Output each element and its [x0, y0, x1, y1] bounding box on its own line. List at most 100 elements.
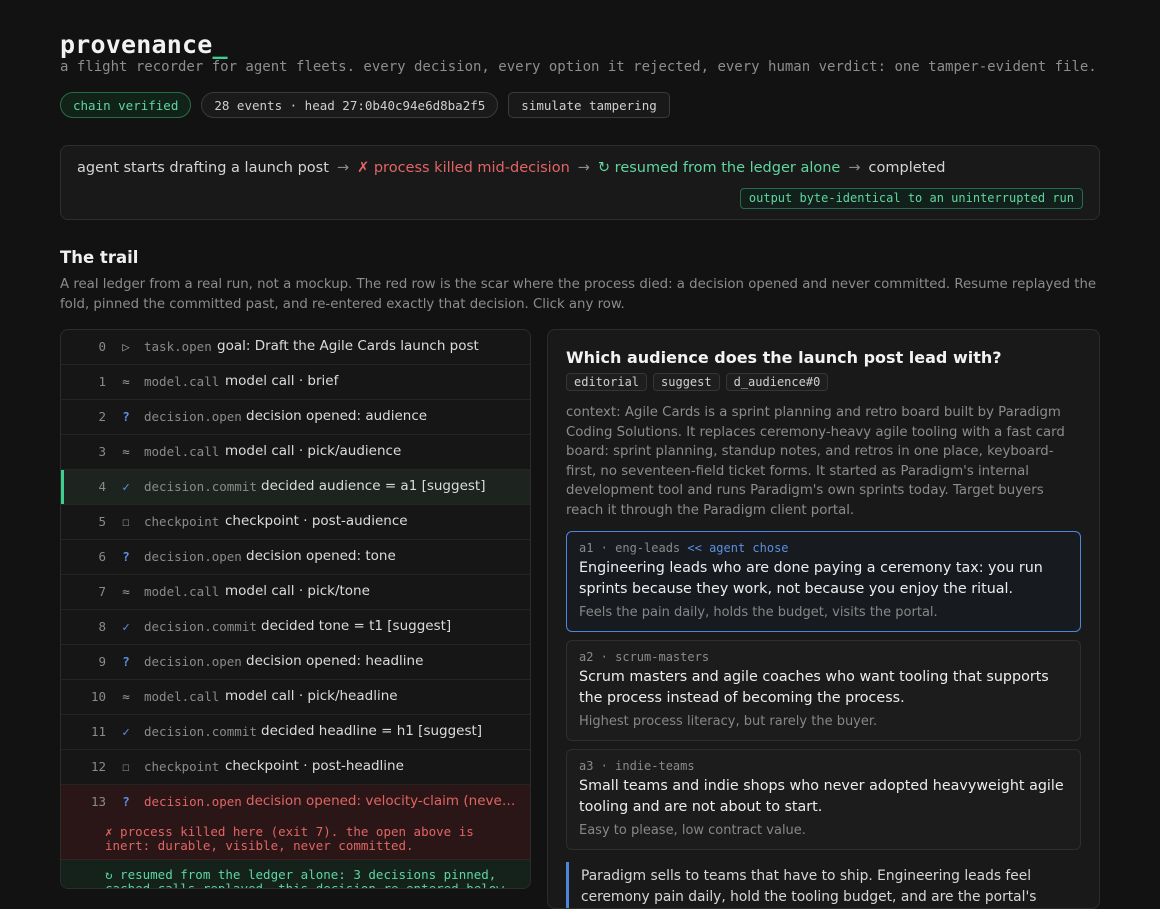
row-kind: decision.commit — [144, 619, 257, 634]
square-icon: ☐ — [122, 759, 130, 774]
row-text: checkpoint · post-audience — [225, 513, 408, 529]
decision-context: context: Agile Cards is a sprint plannin… — [566, 405, 1065, 518]
trail-row[interactable]: 13? decision.open decision opened: velocit… — [61, 785, 530, 820]
trail-row[interactable]: 0 ▷ task.open goal: Draft the Agile Cards l… — [61, 330, 530, 365]
option-a1[interactable]: a1 · eng-leads << agent chose Engineerin… — [566, 531, 1081, 632]
trail-row[interactable]: 2? decision.open decision opened: audience — [61, 400, 530, 435]
story-step-resumed: ↻ resumed from the ledger alone — [597, 160, 841, 176]
trail-list: 0 ▷ task.open goal: Draft the Agile Cards l… — [60, 329, 531, 889]
option-body: Scrum masters and agile coaches who want… — [579, 669, 1049, 706]
agent-chose-marker: << agent chose — [687, 541, 789, 555]
approx-icon: ≈ — [122, 444, 130, 459]
trail-row[interactable]: 9? decision.open decision opened: headline — [61, 645, 530, 680]
option-head: a3 · indie-teams — [579, 759, 695, 773]
option-a3[interactable]: a3 · indie-teams Small teams and indie s… — [566, 749, 1081, 850]
trail-row[interactable]: 3 ≈ model.call model call · pick/audience — [61, 435, 530, 470]
row-index: 3 — [98, 444, 106, 459]
row-kind: decision.open — [144, 409, 242, 424]
option-note: Highest process literacy, but rarely the… — [579, 714, 878, 729]
question-icon: ? — [122, 654, 130, 669]
row-kind: decision.commit — [144, 479, 257, 494]
row-kind: task.open — [144, 339, 212, 354]
story-step-start: agent starts drafting a launch post — [77, 160, 329, 176]
row-index: 0 — [98, 339, 106, 354]
row-index: 4 — [98, 479, 106, 494]
trail-heading: The trail — [60, 248, 139, 267]
story-box: agent starts drafting a launch post → ✗ pr… — [60, 145, 1100, 220]
question-icon: ? — [122, 549, 130, 564]
check-icon: ✓ — [122, 724, 130, 739]
resume-note: ↻ resumed from the ledger alone: 3 decis… — [61, 860, 530, 888]
row-kind: checkpoint — [144, 514, 220, 529]
row-index: 2 — [98, 409, 106, 424]
option-a2[interactable]: a2 · scrum-masters Scrum masters and agi… — [566, 640, 1081, 741]
row-index: 12 — [90, 759, 106, 774]
simulate-tampering-button[interactable]: simulate tampering — [508, 92, 670, 118]
app-subtitle: a flight recorder for agent fleets. ever… — [60, 59, 1097, 75]
trail-row[interactable]: 12 ☐ checkpoint checkpoint · post-headline — [61, 750, 530, 785]
row-text: decision opened: velocity-claim (never c… — [246, 793, 516, 809]
row-text: decision opened: tone — [246, 548, 396, 564]
row-kind: checkpoint — [144, 759, 220, 774]
row-text: model call · pick/audience — [225, 443, 402, 459]
trail-row[interactable]: 10 ≈ model.call model call · pick/headline — [61, 680, 530, 715]
row-index: 10 — [90, 689, 106, 704]
check-icon: ✓ — [122, 479, 130, 494]
app-title: provenance_ — [60, 30, 228, 59]
decision-question: Which audience does the launch post lead… — [566, 348, 1002, 367]
option-note: Feels the pain daily, holds the budget, … — [579, 605, 938, 620]
option-body: Engineering leads who are done paying a … — [579, 560, 1043, 597]
story-step-killed: ✗ process killed mid-decision — [357, 160, 570, 176]
trail-row[interactable]: 6? decision.open decision opened: tone — [61, 540, 530, 575]
row-index: 11 — [90, 724, 106, 739]
question-icon: ? — [122, 409, 130, 424]
trail-description: A real ledger from a real run, not a moc… — [60, 277, 1097, 312]
row-kind: decision.open — [144, 654, 242, 669]
row-kind: model.call — [144, 584, 220, 599]
tag-id: d_audience#0 — [725, 373, 829, 391]
decision-rationale: Paradigm sells to teams that have to shi… — [566, 862, 1081, 908]
option-head: a1 · eng-leads << agent chose — [579, 541, 789, 555]
arrow-icon: → — [577, 160, 590, 176]
row-text: model call · pick/tone — [225, 583, 370, 599]
story-line: agent starts drafting a launch post → ✗ pr… — [77, 160, 945, 176]
decision-detail: Which audience does the launch post lead… — [547, 329, 1100, 909]
option-head: a2 · scrum-masters — [579, 650, 710, 664]
story-step-completed: completed — [868, 160, 946, 176]
kill-note: ✗ process killed here (exit 7). the open… — [61, 820, 530, 860]
row-text: decision opened: headline — [246, 653, 424, 669]
row-text: decided audience = a1 [suggest] — [261, 478, 486, 494]
trail-row[interactable]: 4 ✓ decision.commit decided audience = a1 [… — [61, 470, 530, 505]
trail-row[interactable]: 11 ✓ decision.commit decided headline = h1 … — [61, 715, 530, 750]
arrow-icon: → — [336, 160, 350, 176]
trail-row[interactable]: 7 ≈ model.call model call · pick/tone — [61, 575, 530, 610]
row-kind: model.call — [144, 689, 220, 704]
row-text: checkpoint · post-headline — [225, 758, 404, 774]
row-kind: decision.open — [144, 549, 242, 564]
row-index: 9 — [98, 654, 106, 669]
trail-row[interactable]: 5 ☐ checkpoint checkpoint · post-audience — [61, 505, 530, 540]
trail-row[interactable]: 8 ✓ decision.commit decided tone = t1 [sugg… — [61, 610, 530, 645]
row-text: decided tone = t1 [suggest] — [261, 618, 452, 634]
row-index: 8 — [98, 619, 106, 634]
row-index: 1 — [98, 374, 106, 389]
question-icon: ? — [122, 794, 130, 809]
option-note: Easy to please, low contract value. — [579, 823, 806, 838]
row-kind: decision.open — [144, 794, 242, 809]
event-count-badge: 28 events · head 27:0b40c94e6d8ba2f5 — [201, 92, 499, 118]
row-text: decided headline = h1 [suggest] — [261, 723, 483, 739]
row-kind: model.call — [144, 374, 220, 389]
approx-icon: ≈ — [122, 584, 130, 599]
tag-mode: suggest — [653, 373, 720, 391]
arrow-icon: → — [848, 160, 861, 176]
row-index: 7 — [98, 584, 106, 599]
decision-tags: editorial suggest d_audience#0 — [566, 373, 829, 391]
byte-identical-badge: output byte-identical to an uninterrupte… — [739, 188, 1083, 209]
tag-kind: editorial — [566, 373, 648, 391]
row-text: model call · pick/headline — [225, 688, 398, 704]
chain-verified-badge: chain verified — [60, 92, 192, 118]
status-pills: chain verified 28 events · head 27:0b40c… — [60, 92, 670, 118]
approx-icon: ≈ — [122, 689, 130, 704]
trail-row[interactable]: 1 ≈ model.call model call · brief — [61, 365, 530, 400]
row-index: 6 — [98, 549, 106, 564]
